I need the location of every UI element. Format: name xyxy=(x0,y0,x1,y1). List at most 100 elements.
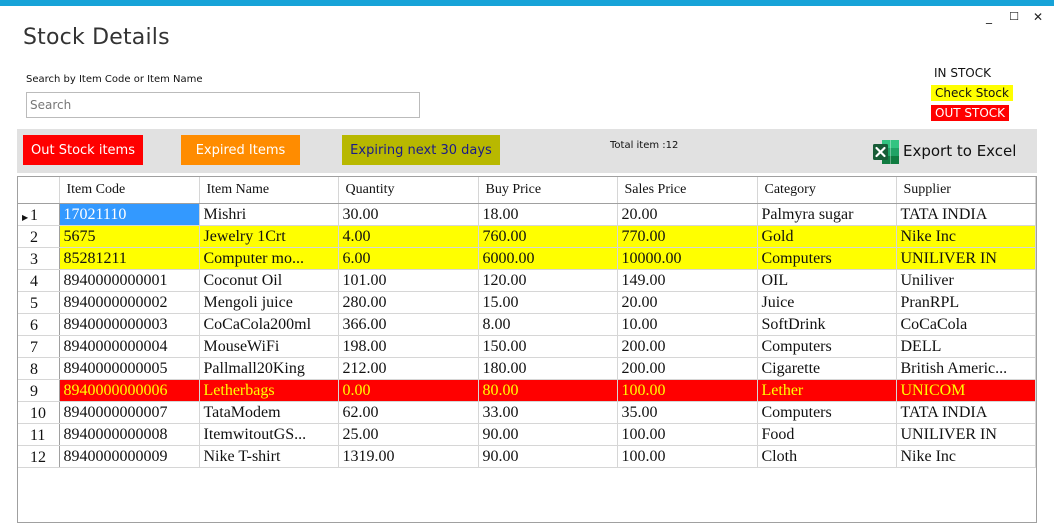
cell-quantity[interactable]: 30.00 xyxy=(338,203,479,226)
cell-sales-price[interactable]: 200.00 xyxy=(617,357,758,380)
cell-quantity[interactable]: 0.00 xyxy=(338,379,479,402)
cell-supplier[interactable]: PranRPL xyxy=(896,291,1036,314)
column-header-supplier[interactable]: Supplier xyxy=(896,177,1036,204)
table-row[interactable]: 8 8940000000005 Pallmall20King 212.00 180.00… xyxy=(18,357,1036,380)
cell-sales-price[interactable]: 149.00 xyxy=(617,269,758,292)
cell-buy-price[interactable]: 760.00 xyxy=(478,225,618,248)
row-header[interactable]: 3 xyxy=(18,247,60,270)
cell-item-code[interactable]: 8940000000009 xyxy=(59,445,200,468)
column-header-category[interactable]: Category xyxy=(757,177,897,204)
cell-quantity[interactable]: 280.00 xyxy=(338,291,479,314)
cell-item-name[interactable]: Mengoli juice xyxy=(199,291,339,314)
table-row[interactable]: 5 8940000000002 Mengoli juice 280.00 15.00 20… xyxy=(18,291,1036,314)
column-header-quantity[interactable]: Quantity xyxy=(338,177,479,204)
cell-item-name[interactable]: TataModem xyxy=(199,401,339,424)
expiring-next-30-days-button[interactable]: Expiring next 30 days xyxy=(342,135,500,165)
cell-category[interactable]: Computers xyxy=(757,401,897,424)
search-input[interactable] xyxy=(26,92,420,118)
table-row[interactable]: 3 85281211 Computer mo... 6.00 6000.00 10000.… xyxy=(18,247,1036,270)
cell-supplier[interactable]: UNILIVER IN xyxy=(896,247,1036,270)
cell-item-name[interactable]: MouseWiFi xyxy=(199,335,339,358)
cell-sales-price[interactable]: 10.00 xyxy=(617,313,758,336)
cell-supplier[interactable]: TATA INDIA xyxy=(896,401,1036,424)
cell-buy-price[interactable]: 90.00 xyxy=(478,423,618,446)
cell-category[interactable]: Palmyra sugar xyxy=(757,203,897,226)
row-header[interactable]: 9 xyxy=(18,379,60,402)
column-header-buy-price[interactable]: Buy Price xyxy=(478,177,618,204)
row-header[interactable]: 7 xyxy=(18,335,60,358)
cell-buy-price[interactable]: 8.00 xyxy=(478,313,618,336)
export-to-excel-button[interactable]: Export to Excel xyxy=(872,137,1016,165)
cell-sales-price[interactable]: 20.00 xyxy=(617,203,758,226)
cell-supplier[interactable]: TATA INDIA xyxy=(896,203,1036,226)
table-row[interactable]: 6 8940000000003 CoCaCola200ml 366.00 8.00 10.… xyxy=(18,313,1036,336)
cell-quantity[interactable]: 101.00 xyxy=(338,269,479,292)
cell-buy-price[interactable]: 150.00 xyxy=(478,335,618,358)
cell-category[interactable]: SoftDrink xyxy=(757,313,897,336)
cell-category[interactable]: Cloth xyxy=(757,445,897,468)
row-header[interactable]: 6 xyxy=(18,313,60,336)
cell-category[interactable]: Lether xyxy=(757,379,897,402)
cell-item-code[interactable]: 8940000000005 xyxy=(59,357,200,380)
cell-sales-price[interactable]: 100.00 xyxy=(617,379,758,402)
cell-supplier[interactable]: CoCaCola xyxy=(896,313,1036,336)
cell-item-name[interactable]: Coconut Oil xyxy=(199,269,339,292)
cell-item-code[interactable]: 85281211 xyxy=(59,247,200,270)
cell-item-code[interactable]: 8940000000003 xyxy=(59,313,200,336)
cell-buy-price[interactable]: 15.00 xyxy=(478,291,618,314)
cell-quantity[interactable]: 198.00 xyxy=(338,335,479,358)
cell-supplier[interactable]: British Americ... xyxy=(896,357,1036,380)
cell-category[interactable]: Cigarette xyxy=(757,357,897,380)
cell-category[interactable]: OIL xyxy=(757,269,897,292)
table-row[interactable]: 9 8940000000006 Letherbags 0.00 80.00 100.00 L… xyxy=(18,379,1036,402)
cell-supplier[interactable]: DELL xyxy=(896,335,1036,358)
cell-sales-price[interactable]: 200.00 xyxy=(617,335,758,358)
row-header[interactable]: 4 xyxy=(18,269,60,292)
table-row[interactable]: ▶ 1 17021110 Mishri 30.00 18.00 20.00 Palmyra s… xyxy=(18,203,1036,226)
cell-quantity[interactable]: 62.00 xyxy=(338,401,479,424)
cell-buy-price[interactable]: 80.00 xyxy=(478,379,618,402)
cell-supplier[interactable]: UNILIVER IN xyxy=(896,423,1036,446)
cell-quantity[interactable]: 366.00 xyxy=(338,313,479,336)
cell-category[interactable]: Computers xyxy=(757,335,897,358)
cell-quantity[interactable]: 4.00 xyxy=(338,225,479,248)
cell-item-name[interactable]: Computer mo... xyxy=(199,247,339,270)
cell-supplier[interactable]: Nike Inc xyxy=(896,445,1036,468)
row-header[interactable]: 12 xyxy=(18,445,60,468)
cell-buy-price[interactable]: 90.00 xyxy=(478,445,618,468)
table-row[interactable]: 2 5675 Jewelry 1Crt 4.00 760.00 770.00 Gold Nik… xyxy=(18,225,1036,248)
cell-item-name[interactable]: Mishri xyxy=(199,203,339,226)
cell-item-code[interactable]: 8940000000002 xyxy=(59,291,200,314)
table-row[interactable]: 10 8940000000007 TataModem 62.00 33.00 35.00 C… xyxy=(18,401,1036,424)
cell-buy-price[interactable]: 33.00 xyxy=(478,401,618,424)
cell-category[interactable]: Gold xyxy=(757,225,897,248)
column-header-sales-price[interactable]: Sales Price xyxy=(617,177,758,204)
table-row[interactable]: 12 8940000000009 Nike T-shirt 1319.00 90.00 1… xyxy=(18,445,1036,468)
cell-item-code[interactable]: 8940000000004 xyxy=(59,335,200,358)
cell-supplier[interactable]: UNICOM xyxy=(896,379,1036,402)
table-row[interactable]: 7 8940000000004 MouseWiFi 198.00 150.00 200.0… xyxy=(18,335,1036,358)
cell-buy-price[interactable]: 180.00 xyxy=(478,357,618,380)
cell-sales-price[interactable]: 100.00 xyxy=(617,445,758,468)
cell-sales-price[interactable]: 20.00 xyxy=(617,291,758,314)
cell-item-name[interactable]: Jewelry 1Crt xyxy=(199,225,339,248)
cell-quantity[interactable]: 1319.00 xyxy=(338,445,479,468)
maximize-button[interactable]: ☐ xyxy=(1003,10,1025,23)
row-header[interactable]: 2 xyxy=(18,225,60,248)
row-header[interactable]: 5 xyxy=(18,291,60,314)
cell-buy-price[interactable]: 18.00 xyxy=(478,203,618,226)
column-header-item-code[interactable]: Item Code xyxy=(59,177,200,204)
cell-item-name[interactable]: ItemwitoutGS... xyxy=(199,423,339,446)
minimize-button[interactable]: _ xyxy=(978,10,1000,24)
cell-supplier[interactable]: Nike Inc xyxy=(896,225,1036,248)
cell-quantity[interactable]: 25.00 xyxy=(338,423,479,446)
cell-sales-price[interactable]: 770.00 xyxy=(617,225,758,248)
cell-category[interactable]: Juice xyxy=(757,291,897,314)
table-row[interactable]: 4 8940000000001 Coconut Oil 101.00 120.00 149… xyxy=(18,269,1036,292)
cell-buy-price[interactable]: 6000.00 xyxy=(478,247,618,270)
cell-supplier[interactable]: Uniliver xyxy=(896,269,1036,292)
cell-sales-price[interactable]: 35.00 xyxy=(617,401,758,424)
cell-category[interactable]: Food xyxy=(757,423,897,446)
expired-items-button[interactable]: Expired Items xyxy=(181,135,300,165)
cell-item-name[interactable]: CoCaCola200ml xyxy=(199,313,339,336)
